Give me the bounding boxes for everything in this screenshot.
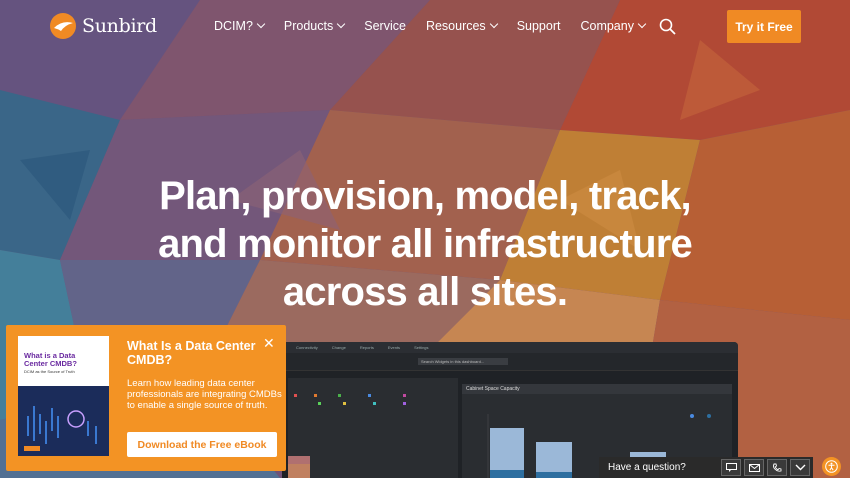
- dashboard-left-panel: [288, 378, 458, 478]
- chevron-down-icon[interactable]: [790, 459, 810, 476]
- dashboard-tab: Reports: [359, 345, 374, 350]
- chevron-down-icon: [489, 19, 498, 29]
- dashboard-legend-graphic: [288, 394, 406, 478]
- promo-description: Learn how leading data center profession…: [127, 378, 282, 411]
- email-icon[interactable]: [744, 459, 764, 476]
- chevron-down-icon: [256, 19, 266, 29]
- phone-icon[interactable]: [767, 459, 787, 476]
- dashboard-tabs: Connectivity Change Reports Events Setti…: [282, 342, 738, 353]
- nav-item-label: Resources: [425, 19, 486, 33]
- top-navigation: Sunbird DCIM? Products Service Resources…: [0, 0, 850, 54]
- nav-item-company[interactable]: Company: [580, 19, 647, 33]
- brand-name: Sunbird: [82, 15, 157, 37]
- nav-item-resources[interactable]: Resources: [425, 19, 498, 33]
- dashboard-tab: Events: [387, 345, 401, 350]
- dashboard-toolbar: Search Widgets in this dashboard...: [282, 353, 738, 371]
- hero-line-3: across all sites.: [282, 270, 568, 314]
- nav-item-label: Service: [364, 19, 406, 33]
- hero-headline: Plan, provision, model, track, and monit…: [0, 172, 850, 316]
- ebook-promo-popup: What is a Data Center CMDB? DCIM as the …: [6, 325, 286, 471]
- dashboard-tab: Settings: [414, 345, 429, 350]
- try-it-free-button[interactable]: Try it Free: [727, 10, 801, 43]
- chat-widget[interactable]: Have a question?: [599, 457, 813, 478]
- nav-item-label: Support: [516, 19, 561, 33]
- dashboard-search: Search Widgets in this dashboard...: [418, 358, 508, 365]
- hero-line-2: and monitor all infrastructure: [158, 222, 693, 266]
- chevron-down-icon: [337, 19, 346, 29]
- nav-item-label: Products: [283, 19, 334, 33]
- search-button[interactable]: [659, 18, 676, 40]
- ebook-cover-title: What is a Data Center CMDB?: [24, 351, 77, 368]
- nav-item-dcim[interactable]: DCIM?: [214, 19, 266, 33]
- hero-line-1: Plan, provision, model, track,: [159, 174, 692, 218]
- ebook-cover: What is a Data Center CMDB? DCIM as the …: [18, 336, 109, 456]
- accessibility-icon[interactable]: [822, 457, 841, 476]
- nav-item-label: Company: [580, 19, 634, 33]
- dashboard-tab: Change: [331, 345, 346, 350]
- ebook-cover-graphic: [18, 386, 109, 456]
- ebook-cover-subtitle: DCIM as the Source of Truth: [24, 369, 75, 374]
- nav-item-label: DCIM?: [214, 19, 253, 33]
- nav-item-service[interactable]: Service: [364, 19, 406, 33]
- dashboard-tab: Connectivity: [296, 345, 318, 350]
- ebook-cover-chart-graphic: [18, 386, 109, 456]
- download-ebook-button[interactable]: Download the Free eBook: [127, 432, 277, 457]
- chevron-down-icon: [637, 19, 647, 29]
- panel-title: Cabinet Space Capacity: [462, 384, 732, 394]
- chat-bubble-icon[interactable]: [721, 459, 741, 476]
- sunbird-bird-icon: [50, 13, 76, 39]
- promo-heading: What Is a Data Center CMDB?: [127, 339, 256, 367]
- close-icon[interactable]: ✕: [263, 336, 275, 350]
- nav-item-support[interactable]: Support: [517, 19, 561, 33]
- chat-label: Have a question?: [608, 462, 686, 473]
- search-icon: [659, 18, 676, 35]
- nav-item-products[interactable]: Products: [283, 19, 346, 33]
- main-menu: DCIM? Products Service Resources Support…: [214, 19, 665, 33]
- sunbird-logo[interactable]: Sunbird: [48, 11, 157, 41]
